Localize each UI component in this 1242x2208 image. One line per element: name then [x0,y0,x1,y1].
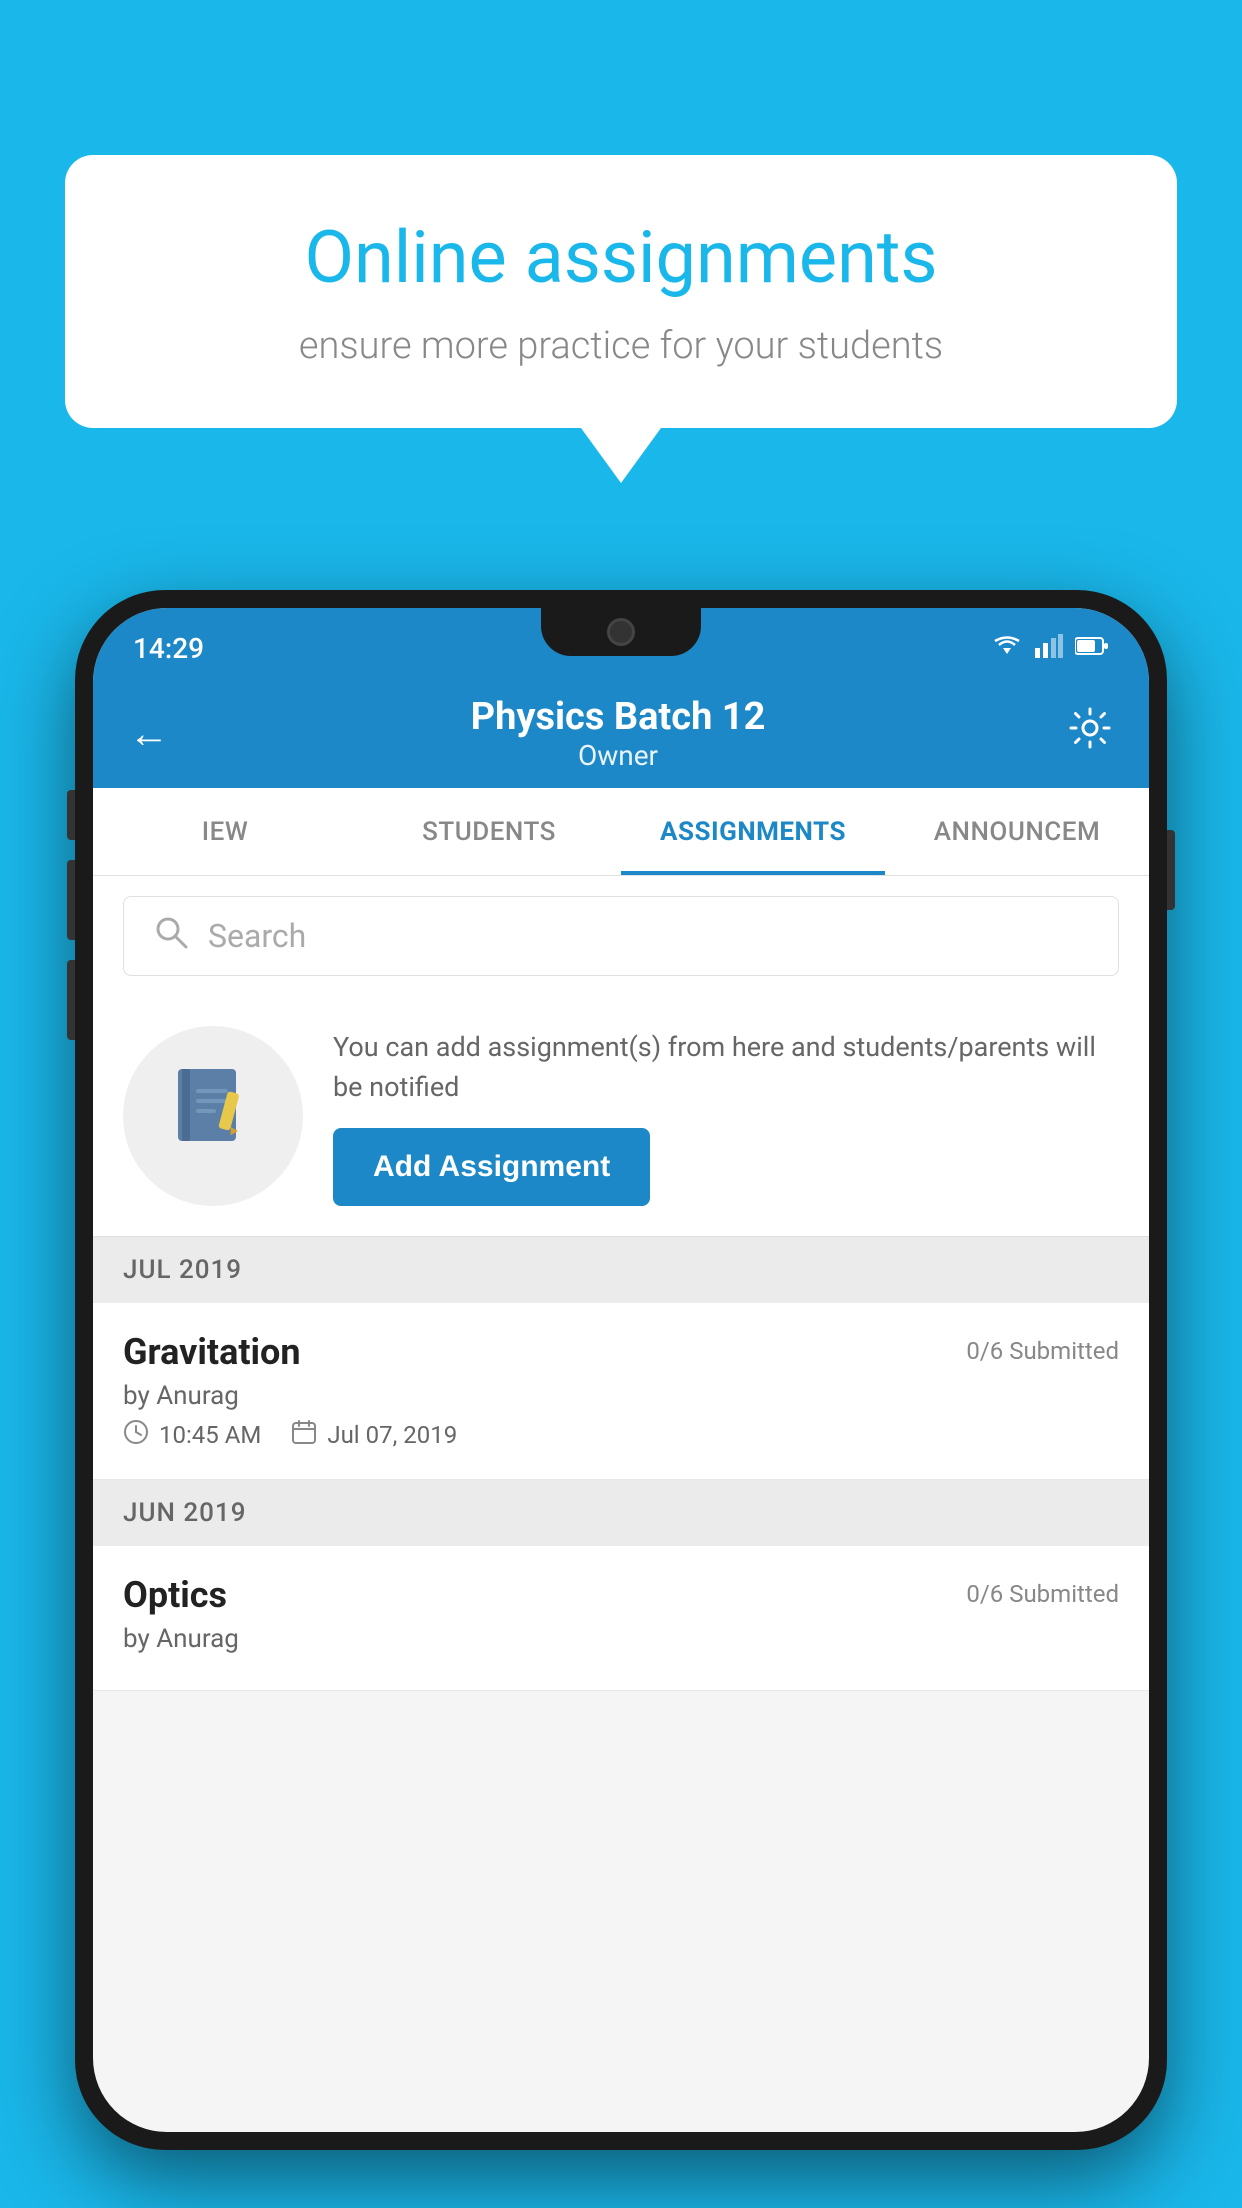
settings-button[interactable] [1067,705,1113,761]
assignment-top-row: Gravitation 0/6 Submitted [123,1331,1119,1373]
header-subtitle: Owner [471,739,766,772]
promo-description: You can add assignment(s) from here and … [333,1027,1119,1108]
speech-bubble: Online assignments ensure more practice … [65,155,1177,428]
app-header: ← Physics Batch 12 Owner [93,678,1149,788]
calendar-icon [291,1419,317,1451]
phone-volume-silent [67,790,75,840]
phone-volume-down [67,960,75,1040]
speech-bubble-subtitle: ensure more practice for your students [135,324,1107,368]
promo-text-group: You can add assignment(s) from here and … [333,1027,1119,1206]
clock-icon [123,1419,149,1451]
phone-notch [541,608,701,656]
assignment-item-optics[interactable]: Optics 0/6 Submitted by Anurag [93,1546,1149,1691]
speech-bubble-title: Online assignments [135,215,1107,300]
phone-volume-up [67,860,75,940]
phone-wrapper: 14:29 [75,590,1167,2150]
assignment-by-optics: by Anurag [123,1624,1119,1654]
assignment-name: Gravitation [123,1331,301,1373]
month-header-jul: JUL 2019 [93,1237,1149,1303]
phone-power-button [1167,830,1175,910]
tab-announcements[interactable]: ANNOUNCEM [885,788,1149,875]
header-title-group: Physics Batch 12 Owner [471,695,766,772]
phone-screen: 14:29 [93,608,1149,2132]
add-assignment-button[interactable]: Add Assignment [333,1128,650,1206]
assignment-by: by Anurag [123,1381,1119,1411]
status-icons [991,634,1109,662]
phone-outer: 14:29 [75,590,1167,2150]
phone-camera [607,618,635,646]
wifi-icon [991,634,1023,662]
assignment-submitted-optics: 0/6 Submitted [966,1574,1119,1608]
assignment-date: Jul 07, 2019 [291,1419,457,1451]
search-container: Search [93,876,1149,996]
assignment-icon [168,1061,258,1171]
speech-bubble-container: Online assignments ensure more practice … [65,155,1177,483]
search-icon [154,915,188,958]
tab-students[interactable]: STUDENTS [357,788,621,875]
assignment-meta: 10:45 AM Jul 07, 2019 [123,1419,1119,1451]
promo-icon-wrap [123,1026,303,1206]
assignment-submitted: 0/6 Submitted [966,1331,1119,1365]
signal-icon [1035,634,1063,662]
assignment-item-gravitation[interactable]: Gravitation 0/6 Submitted by Anurag [93,1303,1149,1480]
tab-assignments[interactable]: ASSIGNMENTS [621,788,885,875]
status-time: 14:29 [133,632,204,665]
tab-iew[interactable]: IEW [93,788,357,875]
search-bar[interactable]: Search [123,896,1119,976]
assignment-top-row-optics: Optics 0/6 Submitted [123,1574,1119,1616]
battery-icon [1075,636,1109,660]
speech-bubble-tail [581,428,661,483]
promo-section: You can add assignment(s) from here and … [93,996,1149,1237]
back-button[interactable]: ← [129,710,169,757]
header-title: Physics Batch 12 [471,695,766,739]
search-placeholder: Search [208,917,306,955]
month-header-jun: JUN 2019 [93,1480,1149,1546]
assignment-name-optics: Optics [123,1574,227,1616]
tabs-bar: IEW STUDENTS ASSIGNMENTS ANNOUNCEM [93,788,1149,876]
assignment-time: 10:45 AM [123,1419,261,1451]
